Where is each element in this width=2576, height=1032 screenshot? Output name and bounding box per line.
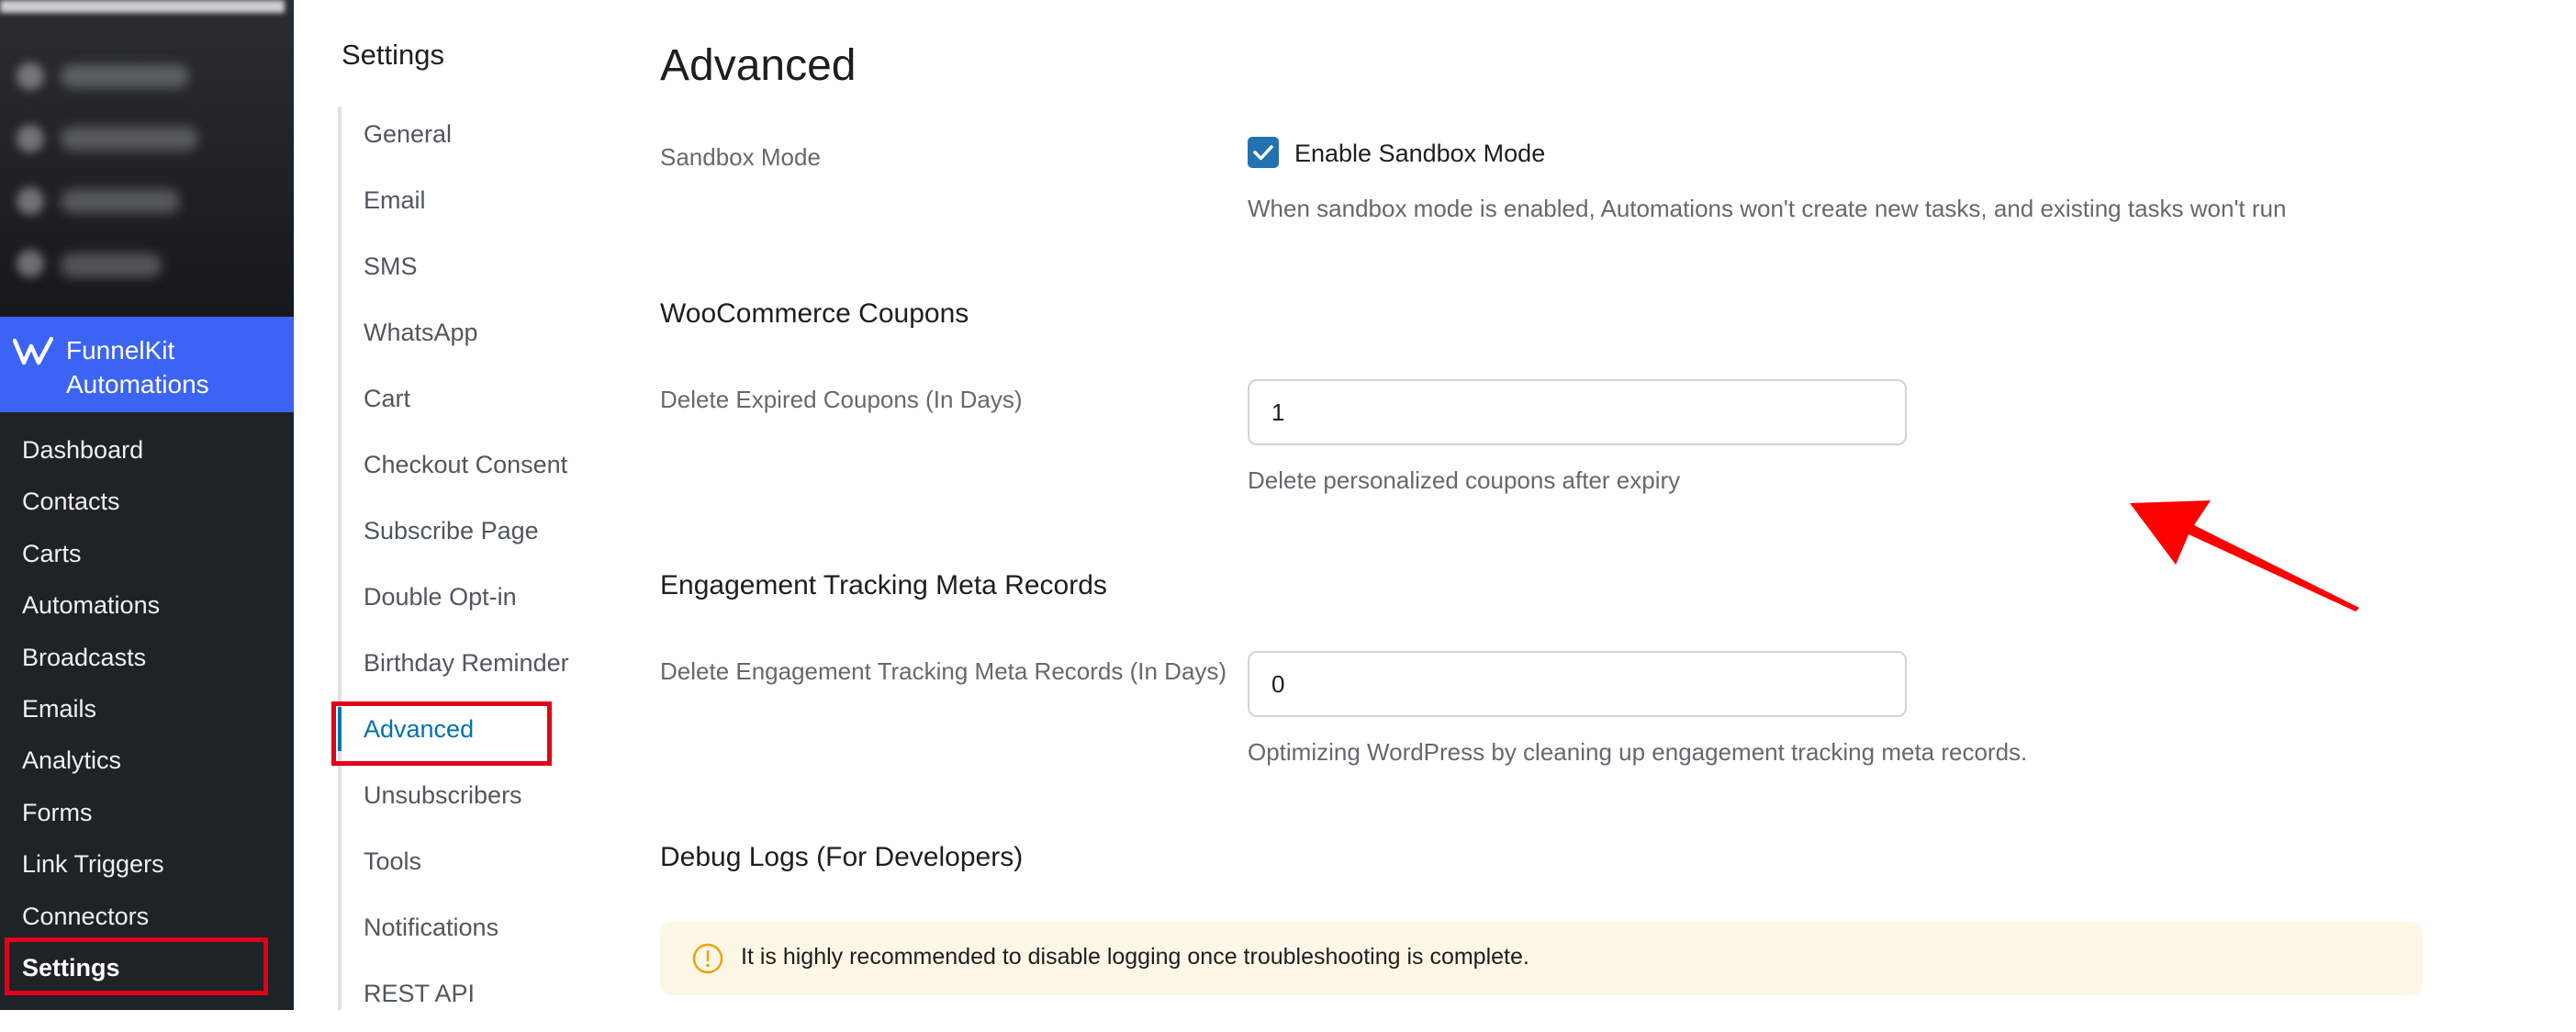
- settings-nav-item-rest-api[interactable]: REST API: [342, 966, 580, 1032]
- settings-nav-item-double-opt-in[interactable]: Double Opt-in: [342, 569, 580, 635]
- debug-heading: Debug Logs (For Developers): [660, 842, 1024, 872]
- sandbox-checkbox[interactable]: [1248, 137, 1279, 168]
- advanced-highlight-box: [331, 701, 552, 766]
- engagement-days-input[interactable]: [1248, 651, 1907, 717]
- admin-menu-item-dashboard[interactable]: Dashboard: [0, 424, 294, 476]
- admin-menu-item-analytics[interactable]: Analytics: [0, 735, 294, 786]
- sandbox-label: Sandbox Mode: [660, 143, 821, 171]
- engagement-help: Optimizing WordPress by cleaning up enga…: [1248, 738, 2028, 766]
- checkmark-icon: [1253, 145, 1273, 161]
- admin-menu-item-automations[interactable]: Automations: [0, 579, 294, 631]
- coupons-heading: WooCommerce Coupons: [660, 298, 969, 329]
- settings-nav-item-cart[interactable]: Cart: [342, 371, 580, 437]
- settings-nav-item-subscribe-page[interactable]: Subscribe Page: [342, 503, 580, 569]
- coupons-label: Delete Expired Coupons (In Days): [660, 386, 1023, 413]
- blurred-menu-area: [0, 0, 294, 317]
- admin-menu-item-broadcasts[interactable]: Broadcasts: [0, 632, 294, 683]
- coupons-days-input[interactable]: [1248, 379, 1907, 445]
- admin-sidebar: FunnelKit Automations Dashboard Contacts C…: [0, 0, 294, 1010]
- debug-notice-text: It is highly recommended to disable logg…: [741, 944, 1529, 970]
- funnelkit-logo-icon: [13, 337, 53, 365]
- admin-menu: Dashboard Contacts Carts Automations Broadca…: [0, 424, 294, 993]
- funnelkit-brand[interactable]: FunnelKit Automations: [0, 317, 294, 412]
- admin-menu-item-contacts[interactable]: Contacts: [0, 476, 294, 527]
- admin-menu-item-forms[interactable]: Forms: [0, 787, 294, 838]
- sandbox-help: When sandbox mode is enabled, Automation…: [1248, 195, 2287, 222]
- settings-highlight-box: [5, 937, 268, 995]
- settings-nav-item-birthday-reminder[interactable]: Birthday Reminder: [342, 635, 580, 701]
- engagement-label: Delete Engagement Tracking Meta Records …: [660, 657, 1227, 685]
- debug-notice: It is highly recommended to disable logg…: [660, 922, 2423, 995]
- settings-title: Settings: [342, 39, 445, 71]
- admin-menu-item-emails[interactable]: Emails: [0, 683, 294, 735]
- admin-menu-item-connectors[interactable]: Connectors: [0, 891, 294, 942]
- engagement-heading: Engagement Tracking Meta Records: [660, 570, 1107, 600]
- settings-nav-item-tools[interactable]: Tools: [342, 834, 580, 900]
- red-arrow-annotation: [2130, 500, 2359, 611]
- settings-nav-item-email[interactable]: Email: [342, 173, 580, 239]
- settings-nav-item-whatsapp[interactable]: WhatsApp: [342, 305, 580, 371]
- settings-nav: General Email SMS WhatsApp Cart Checkout Cons…: [338, 107, 580, 1032]
- admin-menu-item-link-triggers[interactable]: Link Triggers: [0, 838, 294, 890]
- coupons-help: Delete personalized coupons after expiry: [1248, 466, 1681, 494]
- sandbox-checkbox-label[interactable]: Enable Sandbox Mode: [1294, 140, 1545, 168]
- settings-nav-item-notifications[interactable]: Notifications: [342, 900, 580, 966]
- settings-nav-item-sms[interactable]: SMS: [342, 239, 580, 305]
- info-icon: [692, 943, 723, 974]
- admin-menu-item-carts[interactable]: Carts: [0, 528, 294, 579]
- brand-name: FunnelKit Automations: [66, 336, 209, 398]
- settings-nav-item-checkout-consent[interactable]: Checkout Consent: [342, 437, 580, 503]
- settings-nav-item-unsubscribers[interactable]: Unsubscribers: [342, 768, 580, 834]
- page-title: Advanced: [660, 41, 857, 90]
- settings-nav-item-general[interactable]: General: [342, 107, 580, 173]
